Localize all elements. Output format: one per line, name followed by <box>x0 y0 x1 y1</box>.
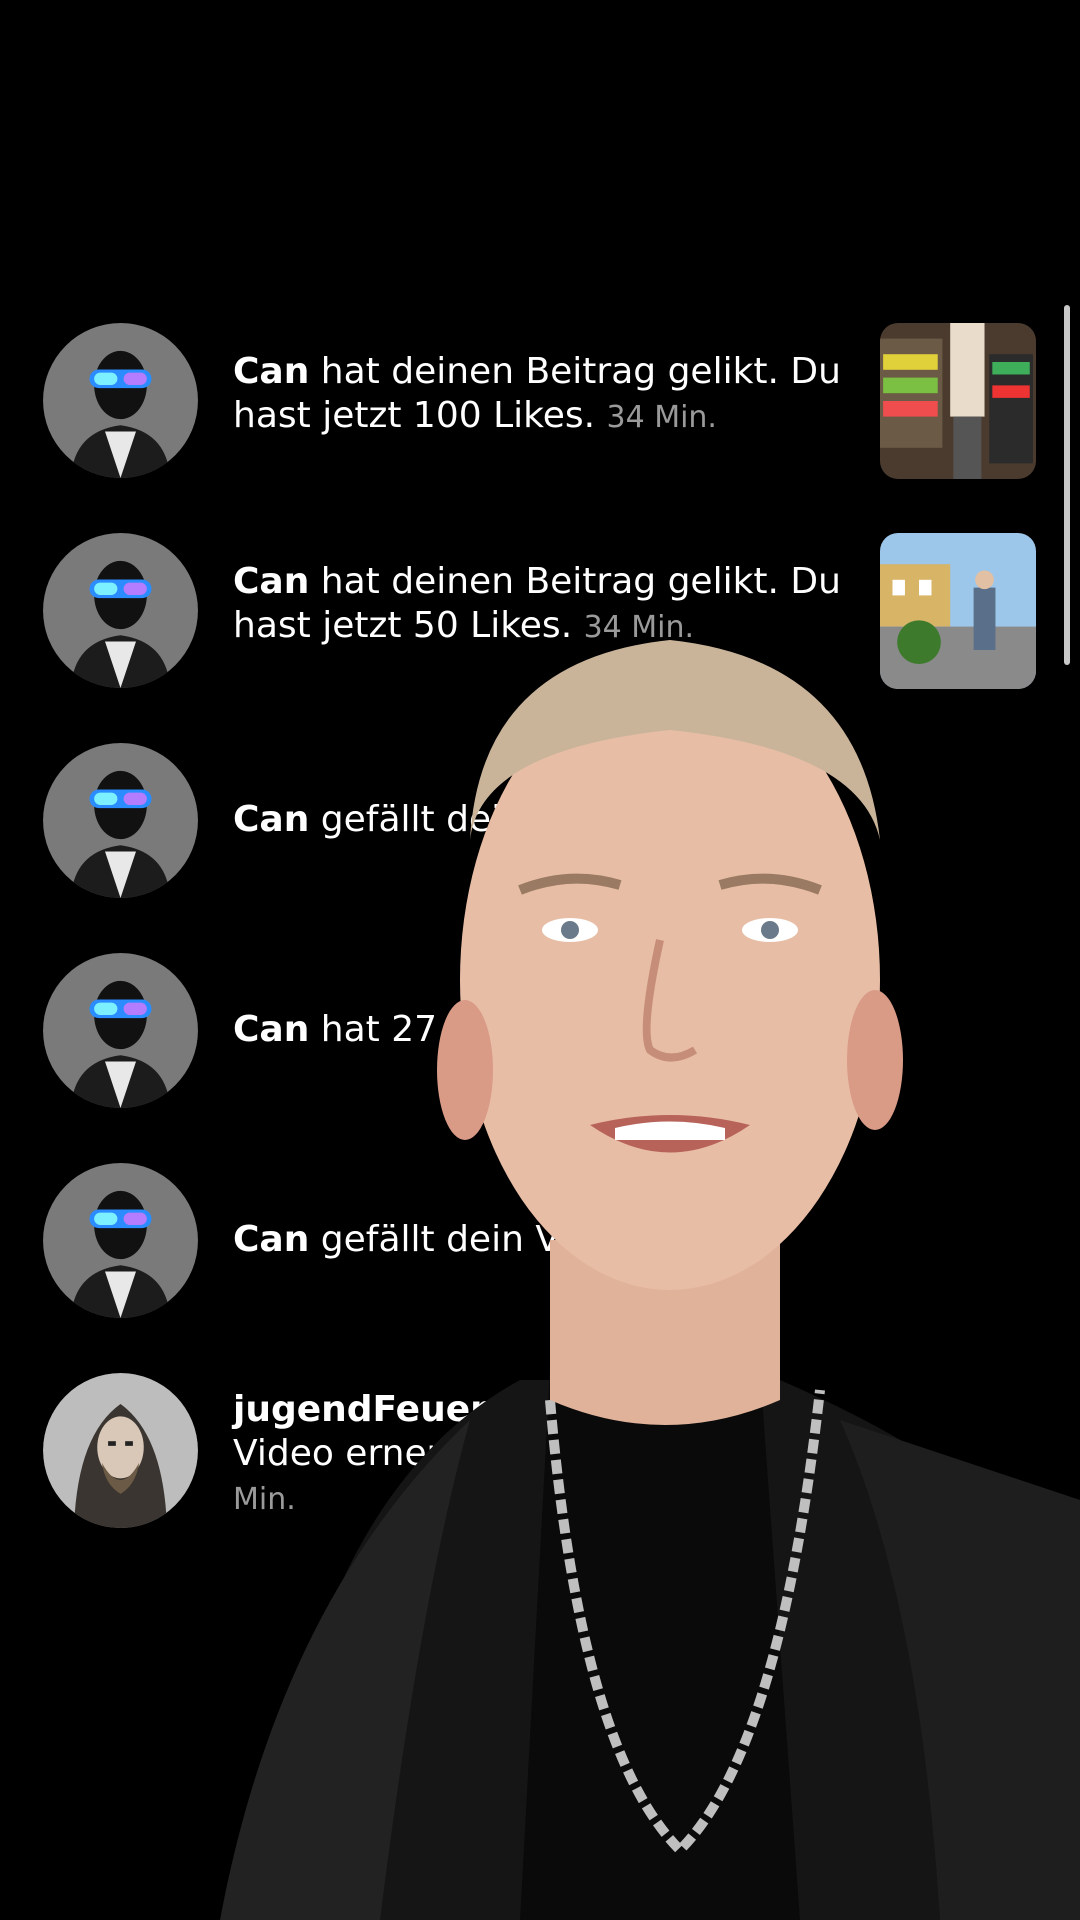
long-haired-man-avatar-icon[interactable] <box>43 1373 198 1528</box>
masked-goggles-avatar-icon[interactable] <box>43 1163 198 1318</box>
notification-message: hat deinen Beitrag gelikt. Du hast jetzt… <box>233 351 841 436</box>
masked-goggles-avatar-icon[interactable] <box>43 953 198 1108</box>
notification-row[interactable]: Can hat deinen Beitrag gelikt. Du hast j… <box>0 318 1080 488</box>
notification-username[interactable]: Can <box>233 351 309 392</box>
presenter-overlay-icon <box>220 600 1080 1920</box>
masked-goggles-avatar-icon[interactable] <box>43 323 198 478</box>
masked-goggles-avatar-icon[interactable] <box>43 533 198 688</box>
post-thumbnail[interactable] <box>880 323 1036 479</box>
notification-username[interactable]: Can <box>233 561 309 602</box>
masked-goggles-avatar-icon[interactable] <box>43 743 198 898</box>
notification-text: Can hat deinen Beitrag gelikt. Du hast j… <box>233 350 843 440</box>
notification-time: 34 Min. <box>606 400 717 435</box>
